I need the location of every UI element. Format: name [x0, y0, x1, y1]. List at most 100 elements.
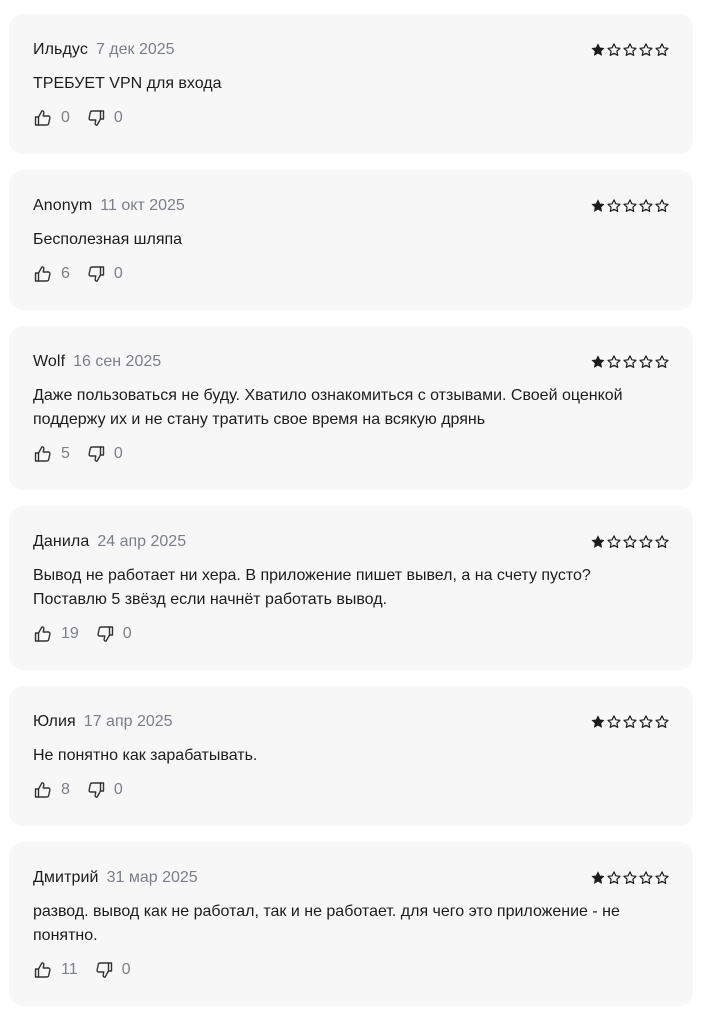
thumbs-up-icon — [33, 960, 53, 980]
review-text: развод. вывод как не работал, так и не р… — [33, 903, 620, 944]
star-outline-icon — [639, 535, 653, 548]
dislike-button[interactable]: 0 — [94, 960, 131, 980]
dislike-button[interactable]: 0 — [86, 108, 123, 128]
like-button[interactable]: 11 — [33, 960, 78, 980]
review-votes: 8 0 — [33, 780, 123, 800]
review-header: Юлия 17 апр 2025 — [33, 712, 669, 732]
dislike-count: 0 — [113, 445, 123, 462]
review-text: Вывод не работает ни хера. В приложение … — [33, 567, 591, 608]
review-header: Данила 24 апр 2025 — [33, 532, 669, 552]
thumbs-up-icon — [33, 624, 53, 644]
dislike-count: 0 — [113, 109, 123, 126]
like-button[interactable]: 6 — [33, 264, 70, 284]
thumbs-up-icon — [33, 108, 53, 128]
review-votes: 0 0 — [33, 108, 123, 128]
review-card: Дмитрий 31 мар 2025 развод. вывод как не… — [9, 842, 693, 1006]
review-text: Бесполезная шляпа — [33, 231, 183, 248]
dislike-button[interactable]: 0 — [86, 264, 123, 284]
review-author: Wolf — [33, 353, 66, 370]
star-outline-icon — [639, 199, 653, 212]
review-author: Anonym — [33, 197, 93, 214]
star-filled-icon — [591, 355, 605, 368]
star-outline-icon — [607, 355, 621, 368]
thumbs-up-icon — [33, 780, 53, 800]
review-card: Юлия 17 апр 2025 Не понятно как зарабаты… — [9, 686, 693, 826]
review-votes: 11 0 — [33, 960, 131, 980]
review-text: ТРЕБУЕТ VPN для входа — [33, 75, 222, 92]
rating-stars — [591, 871, 669, 885]
review-date: 11 окт 2025 — [100, 197, 185, 214]
review-date: 24 апр 2025 — [97, 533, 187, 550]
rating-stars — [591, 43, 669, 57]
thumbs-down-icon — [94, 960, 114, 980]
dislike-button[interactable]: 0 — [86, 444, 123, 464]
review-author: Данила — [33, 533, 90, 550]
rating-stars — [591, 199, 669, 213]
star-outline-icon — [607, 43, 621, 56]
review-card: Данила 24 апр 2025 Вывод не работает ни … — [9, 506, 693, 670]
like-count: 6 — [61, 265, 70, 282]
like-count: 5 — [61, 445, 70, 462]
like-count: 8 — [61, 781, 70, 798]
review-author: Ильдус — [33, 41, 88, 58]
thumbs-down-icon — [86, 780, 106, 800]
star-filled-icon — [591, 199, 605, 212]
dislike-count: 0 — [122, 625, 132, 642]
review-header: Ильдус 7 дек 2025 — [33, 40, 669, 60]
review-author: Юлия — [33, 713, 76, 730]
like-button[interactable]: 5 — [33, 444, 70, 464]
star-outline-icon — [607, 199, 621, 212]
star-outline-icon — [623, 871, 637, 884]
review-date: 17 апр 2025 — [83, 713, 173, 730]
review-card: Wolf 16 сен 2025 Даже пользоваться не бу… — [9, 326, 693, 490]
star-outline-icon — [639, 871, 653, 884]
like-count: 0 — [61, 109, 70, 126]
like-count: 11 — [61, 961, 78, 978]
review-author: Дмитрий — [33, 869, 99, 886]
star-filled-icon — [591, 871, 605, 884]
review-votes: 6 0 — [33, 264, 123, 284]
star-outline-icon — [655, 199, 669, 212]
star-outline-icon — [623, 43, 637, 56]
thumbs-up-icon — [33, 264, 53, 284]
star-outline-icon — [639, 355, 653, 368]
review-date: 16 сен 2025 — [73, 353, 162, 370]
rating-stars — [591, 715, 669, 729]
like-button[interactable]: 19 — [33, 624, 79, 644]
thumbs-down-icon — [86, 264, 106, 284]
dislike-count: 0 — [113, 265, 123, 282]
review-header: Дмитрий 31 мар 2025 — [33, 868, 669, 888]
like-count: 19 — [61, 625, 79, 642]
review-header: Anonym 11 окт 2025 — [33, 196, 669, 216]
thumbs-down-icon — [86, 444, 106, 464]
star-filled-icon — [591, 715, 605, 728]
like-button[interactable]: 0 — [33, 108, 70, 128]
rating-stars — [591, 355, 669, 369]
review-votes: 19 0 — [33, 624, 132, 644]
star-outline-icon — [655, 871, 669, 884]
review-card: Ильдус 7 дек 2025 ТРЕБУЕТ VPN для входа … — [9, 14, 693, 154]
dislike-count: 0 — [121, 961, 131, 978]
dislike-count: 0 — [113, 781, 123, 798]
review-text: Не понятно как зарабатывать. — [33, 747, 258, 764]
review-date: 7 дек 2025 — [95, 41, 175, 58]
star-filled-icon — [591, 43, 605, 56]
star-outline-icon — [655, 355, 669, 368]
star-outline-icon — [623, 199, 637, 212]
review-header: Wolf 16 сен 2025 — [33, 352, 669, 372]
star-outline-icon — [623, 535, 637, 548]
star-outline-icon — [655, 43, 669, 56]
review-card: Anonym 11 окт 2025 Бесполезная шляпа 6 0 — [9, 170, 693, 310]
like-button[interactable]: 8 — [33, 780, 70, 800]
star-outline-icon — [607, 535, 621, 548]
dislike-button[interactable]: 0 — [86, 780, 123, 800]
star-outline-icon — [655, 715, 669, 728]
thumbs-up-icon — [33, 444, 53, 464]
review-votes: 5 0 — [33, 444, 123, 464]
star-filled-icon — [591, 535, 605, 548]
star-outline-icon — [607, 715, 621, 728]
thumbs-down-icon — [95, 624, 115, 644]
star-outline-icon — [623, 355, 637, 368]
review-text: Даже пользоваться не буду. Хватило ознак… — [33, 387, 623, 428]
dislike-button[interactable]: 0 — [95, 624, 132, 644]
